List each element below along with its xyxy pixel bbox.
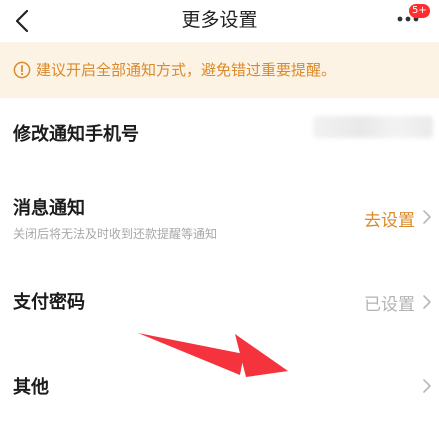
settings-row-payment-password[interactable]: 支付密码 已设置	[0, 266, 439, 338]
page-title: 更多设置	[181, 9, 258, 31]
row-description-notifications: 关闭后将无法及时收到还款提醒等通知	[13, 227, 218, 241]
row-value-payment-password: 已设置	[364, 295, 415, 315]
chevron-right-icon	[423, 379, 431, 393]
chevron-right-icon	[423, 295, 431, 309]
row-label-payment-password: 支付密码	[13, 292, 85, 313]
blurred-phone-number	[313, 116, 433, 138]
row-value-notifications: 去设置	[364, 211, 415, 231]
row-label-phone: 修改通知手机号	[13, 124, 139, 145]
header-bar: 更多设置 5+	[0, 0, 439, 42]
warning-circle-icon	[13, 61, 31, 79]
settings-row-other[interactable]: 其他	[0, 348, 439, 423]
notice-text: 建议开启全部通知方式，避免错过重要提醒。	[36, 61, 337, 79]
more-menu-button[interactable]: 5+	[393, 4, 430, 34]
notification-badge: 5+	[409, 4, 430, 18]
settings-row-notifications[interactable]: 消息通知 关闭后将无法及时收到还款提醒等通知 去设置	[0, 180, 439, 260]
row-label-notifications: 消息通知	[13, 198, 85, 219]
row-label-other: 其他	[13, 377, 49, 398]
notice-banner: 建议开启全部通知方式，避免错过重要提醒。	[0, 42, 439, 98]
settings-row-phone[interactable]: 修改通知手机号	[0, 98, 439, 168]
chevron-right-icon	[423, 210, 431, 224]
